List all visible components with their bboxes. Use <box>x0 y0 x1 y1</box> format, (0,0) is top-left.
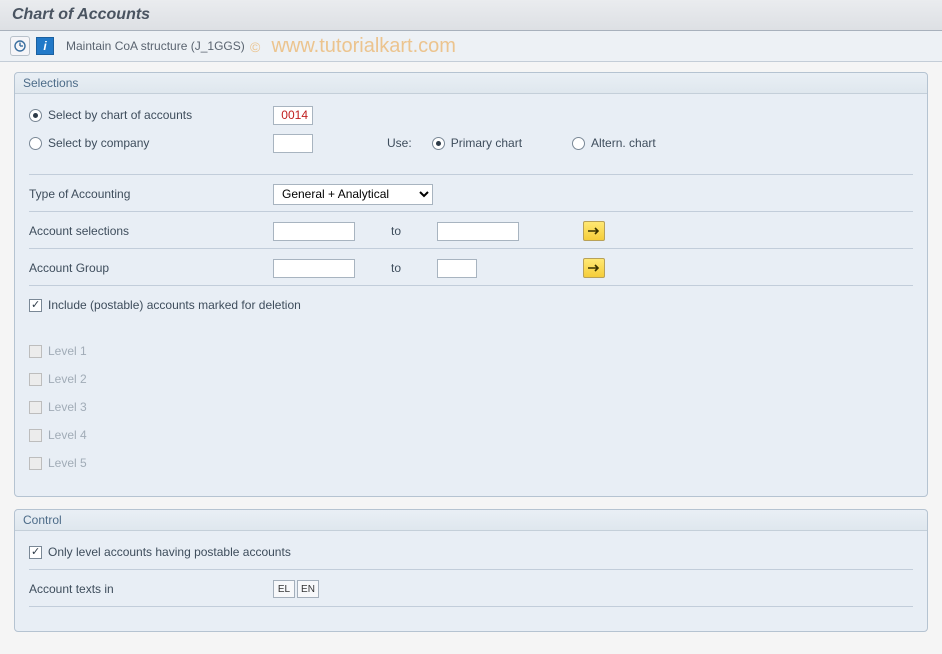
use-label: Use: <box>387 136 412 150</box>
company-input[interactable] <box>273 134 313 153</box>
label-account-group: Account Group <box>29 261 273 275</box>
radio-altern-chart[interactable] <box>572 137 585 150</box>
label-level4: Level 4 <box>48 428 87 442</box>
checkbox-level3 <box>29 401 42 414</box>
label-level5: Level 5 <box>48 456 87 470</box>
label-type-of-accounting: Type of Accounting <box>29 187 273 201</box>
radio-select-by-coa[interactable] <box>29 109 42 122</box>
selections-panel: Selections Select by chart of accounts S… <box>14 72 928 497</box>
control-header: Control <box>15 510 927 531</box>
label-include-deletion: Include (postable) accounts marked for d… <box>48 298 301 312</box>
account-group-from[interactable] <box>273 259 355 278</box>
checkbox-level2 <box>29 373 42 386</box>
radio-primary-chart[interactable] <box>432 137 445 150</box>
page-title: Chart of Accounts <box>12 6 930 24</box>
label-altern-chart: Altern. chart <box>591 136 656 150</box>
checkbox-level5 <box>29 457 42 470</box>
account-selections-from[interactable] <box>273 222 355 241</box>
multiple-selection-button-2[interactable] <box>583 258 605 278</box>
control-panel: Control Only level accounts having posta… <box>14 509 928 632</box>
account-group-to[interactable] <box>437 259 477 278</box>
label-level1: Level 1 <box>48 344 87 358</box>
label-account-texts-in: Account texts in <box>29 582 273 596</box>
checkbox-include-deletion[interactable] <box>29 299 42 312</box>
toolbar-text: Maintain CoA structure (J_1GGS) <box>66 39 245 53</box>
label-only-level: Only level accounts having postable acco… <box>48 545 291 559</box>
execute-button[interactable] <box>10 36 30 56</box>
title-bar: Chart of Accounts <box>0 0 942 31</box>
checkbox-level4 <box>29 429 42 442</box>
account-selections-to[interactable] <box>437 222 519 241</box>
label-to-2: to <box>391 261 401 275</box>
label-account-selections: Account selections <box>29 224 273 238</box>
lang-en-button[interactable]: EN <box>297 580 319 598</box>
label-level3: Level 3 <box>48 400 87 414</box>
label-select-by-company: Select by company <box>48 136 149 150</box>
radio-select-by-company[interactable] <box>29 137 42 150</box>
label-select-by-coa: Select by chart of accounts <box>48 108 192 122</box>
info-button[interactable]: i <box>36 37 54 55</box>
label-level2: Level 2 <box>48 372 87 386</box>
lang-el-button[interactable]: EL <box>273 580 295 598</box>
label-to-1: to <box>391 224 401 238</box>
selections-header: Selections <box>15 73 927 94</box>
toolbar: i Maintain CoA structure (J_1GGS) <box>0 31 942 62</box>
checkbox-only-level[interactable] <box>29 546 42 559</box>
info-icon: i <box>43 39 46 53</box>
coa-input[interactable] <box>273 106 313 125</box>
label-primary-chart: Primary chart <box>451 136 522 150</box>
checkbox-level1 <box>29 345 42 358</box>
multiple-selection-button-1[interactable] <box>583 221 605 241</box>
select-type-of-accounting[interactable]: General + Analytical <box>273 184 433 205</box>
